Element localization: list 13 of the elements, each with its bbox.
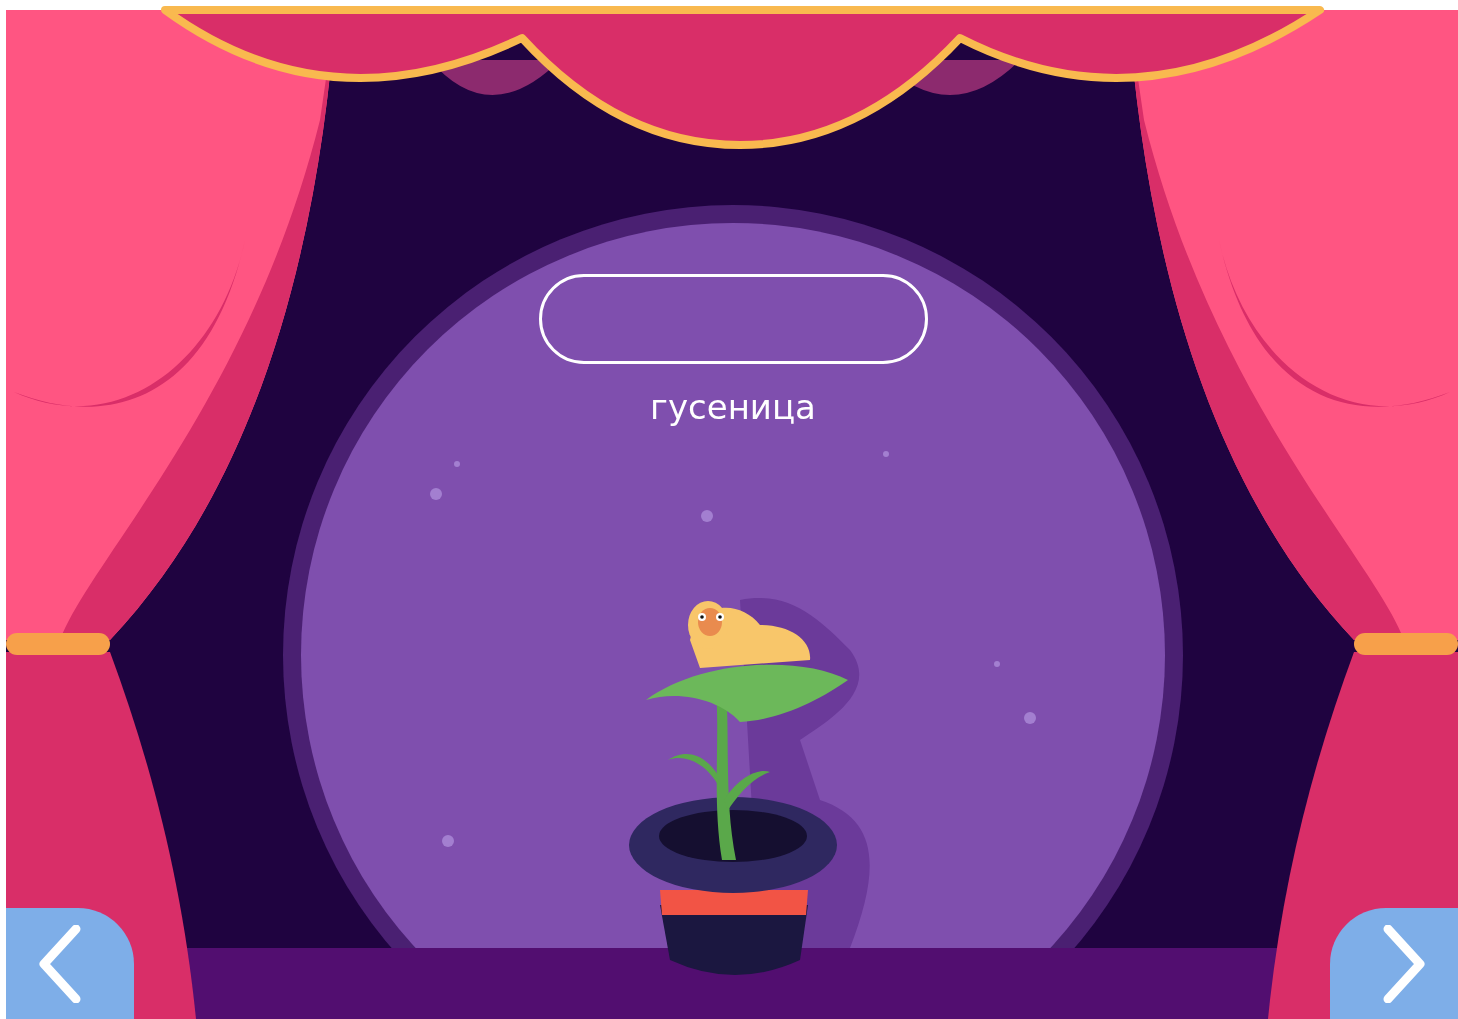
sparkle-dot <box>430 488 442 500</box>
sparkle-dot <box>994 661 1000 667</box>
previous-button[interactable] <box>6 908 134 1019</box>
chevron-left-icon <box>38 924 82 1003</box>
next-button[interactable] <box>1330 908 1458 1019</box>
sparkle-dot <box>883 451 889 457</box>
sparkle-dot <box>701 510 713 522</box>
sparkle-dot <box>442 835 454 847</box>
word-label: гусеница <box>649 386 817 429</box>
answer-field[interactable] <box>539 274 928 364</box>
chevron-right-icon <box>1382 924 1426 1003</box>
sparkle-dot <box>454 461 460 467</box>
sparkle-dot <box>1024 712 1036 724</box>
